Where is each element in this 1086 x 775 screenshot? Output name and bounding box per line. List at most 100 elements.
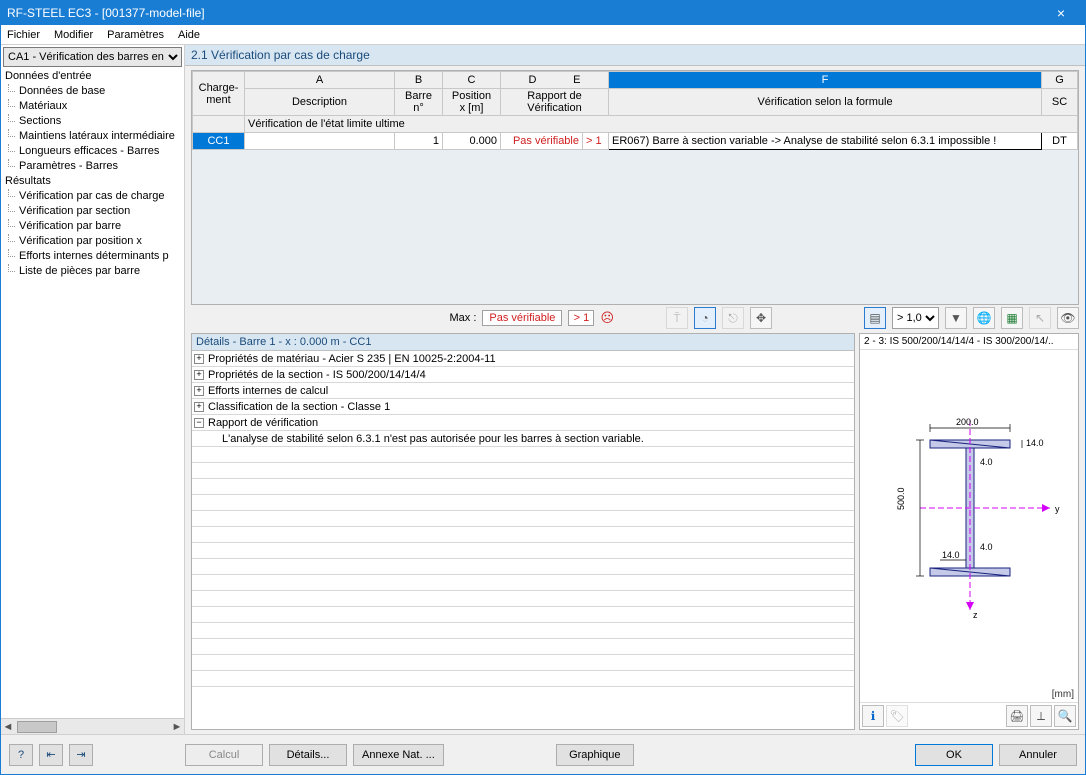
tree-item[interactable]: Efforts internes déterminants p [5,249,184,264]
prev-icon[interactable]: ⇤ [39,744,63,766]
dim-tw1: 4.0 [980,457,993,467]
max-label: Max : [449,312,476,324]
axes-icon[interactable]: ⟂ [1030,705,1052,727]
cell-desc[interactable] [245,133,395,150]
section-title: 2.1 Vérification par cas de charge [185,45,1085,66]
dim-tf1: 14.0 [1026,438,1044,448]
sad-face-icon: ☹ [600,310,614,326]
tag-icon: 🏷 [886,705,908,727]
max-toolbar: Max : Pas vérifiable > 1 ☹ ⍑ ◔ ⎋ ✥ ▤ > 1… [191,307,1079,329]
col-header[interactable]: Positionx [m] [443,89,501,116]
menu-edit[interactable]: Modifier [54,29,93,41]
tree-item[interactable]: Données de base [5,84,184,99]
tree-item[interactable]: Sections [5,114,184,129]
cancel-button[interactable]: Annuler [999,744,1077,766]
col-header-loading[interactable]: Charge-ment [193,72,245,116]
tree-item[interactable]: Matériaux [5,99,184,114]
cell-barre[interactable]: 1 [395,133,443,150]
menu-help[interactable]: Aide [178,29,200,41]
cell-position[interactable]: 0.000 [443,133,501,150]
dialog-footer: ? ⇤ ⇥ Calcul Détails... Annexe Nat. ... … [1,734,1085,774]
col-header[interactable]: Vérification selon la formule [609,89,1042,116]
case-selector[interactable]: CA1 - Vérification des barres en [3,47,182,67]
expand-icon[interactable]: + [194,354,204,364]
col-header[interactable]: SC [1042,89,1078,116]
nav-tree: Données d'entrée Données de base Matéria… [1,67,184,718]
tree-item[interactable]: Vérification par position x [5,234,184,249]
row-header-cc[interactable]: CC1 [193,133,245,150]
expand-icon[interactable]: + [194,370,204,380]
ok-button[interactable]: OK [915,744,993,766]
tree-item[interactable]: Longueurs efficaces - Barres [5,144,184,159]
menu-file[interactable]: Fichier [7,29,40,41]
expand-icon[interactable]: + [194,402,204,412]
cell-ratio[interactable]: > 1 [583,133,609,150]
eye-icon[interactable]: 👁 [1057,307,1079,329]
collapse-icon[interactable]: − [194,418,204,428]
details-row[interactable]: +Propriétés de matériau - Acier S 235 | … [192,351,854,367]
cell-rapport[interactable]: Pas vérifiable [501,133,583,150]
filter-icon-2[interactable]: ◔ [694,307,716,329]
zoom-icon[interactable]: 🔍 [1054,705,1076,727]
sidebar-scrollbar[interactable]: ◄► [1,718,184,734]
export-icon[interactable]: 🌐 [973,307,995,329]
details-row: L'analyse de stabilité selon 6.3.1 n'est… [192,431,854,447]
menu-settings[interactable]: Paramètres [107,29,164,41]
details-row[interactable]: +Classification de la section - Classe 1 [192,399,854,415]
col-letter[interactable]: G [1042,72,1078,89]
close-button[interactable]: × [1043,5,1079,21]
info-icon[interactable]: ℹ [862,705,884,727]
details-row[interactable]: +Propriétés de la section - IS 500/200/1… [192,367,854,383]
help-icon[interactable]: ? [9,744,33,766]
col-letter[interactable]: B [395,72,443,89]
col-header[interactable]: Barren° [395,89,443,116]
cell-formula[interactable]: ER067) Barre à section variable -> Analy… [609,133,1042,150]
details-row[interactable]: +Efforts internes de calcul [192,383,854,399]
col-header[interactable]: Rapport deVérification [501,89,609,116]
tree-item[interactable]: Maintiens latéraux intermédiaire [5,129,184,144]
preview-title: 2 - 3: IS 500/200/14/14/4 - IS 300/200/1… [860,334,1078,350]
cross-section-canvas[interactable]: y z 200.0 14.0 4.0 [860,350,1078,689]
grid-data-row[interactable]: CC1 1 0.000 Pas vérifiable > 1 ER067) Ba… [193,133,1078,150]
funnel-icon[interactable]: ▼ [945,307,967,329]
details-list: +Propriétés de matériau - Acier S 235 | … [192,351,854,729]
tree-group-input[interactable]: Données d'entrée [5,69,184,84]
tree-item[interactable]: Vérification par section [5,204,184,219]
col-letter[interactable]: D E [501,72,609,89]
print-icon[interactable]: 🖨 [1006,705,1028,727]
max-ratio: > 1 [568,310,594,326]
expand-icon[interactable]: + [194,386,204,396]
details-button[interactable]: Détails... [269,744,347,766]
dim-tw2: 4.0 [980,542,993,552]
graphic-button[interactable]: Graphique [556,744,634,766]
tree-item-selected[interactable]: Vérification par cas de charge [5,189,184,204]
annex-button[interactable]: Annexe Nat. ... [353,744,444,766]
tree-item[interactable]: Vérification par barre [5,219,184,234]
svg-text:y: y [1055,504,1060,514]
col-letter-selected[interactable]: F [609,72,1042,89]
max-value: Pas vérifiable [482,310,562,326]
section-preview: 2 - 3: IS 500/200/14/14/4 - IS 300/200/1… [859,333,1079,730]
details-row[interactable]: −Rapport de vérification [192,415,854,431]
color-scale-icon[interactable]: ▤ [864,307,886,329]
excel-icon[interactable]: ▦ [1001,307,1023,329]
tree-item[interactable]: Liste de pièces par barre [5,264,184,279]
calc-button: Calcul [185,744,263,766]
next-icon[interactable]: ⇥ [69,744,93,766]
results-grid: Charge-ment A B C D E F G Description Ba… [191,70,1079,305]
filter-icon-4[interactable]: ✥ [750,307,772,329]
col-letter[interactable]: A [245,72,395,89]
tree-item[interactable]: Paramètres - Barres [5,159,184,174]
preview-toolbar: ℹ 🏷 🖨 ⟂ 🔍 [860,702,1078,729]
select-icon: ↖ [1029,307,1051,329]
svg-text:z: z [973,610,978,620]
cell-sc[interactable]: DT [1042,133,1078,150]
dim-bf: 200.0 [956,417,979,427]
tree-group-results[interactable]: Résultats [5,174,184,189]
dim-h: 500.0 [896,487,906,510]
col-header[interactable]: Description [245,89,395,116]
grid-group-row: Vérification de l'état limite ultime [193,116,1078,133]
ratio-filter-combo[interactable]: > 1,0 [892,307,939,329]
content-area: 2.1 Vérification par cas de charge Charg… [185,45,1085,734]
col-letter[interactable]: C [443,72,501,89]
